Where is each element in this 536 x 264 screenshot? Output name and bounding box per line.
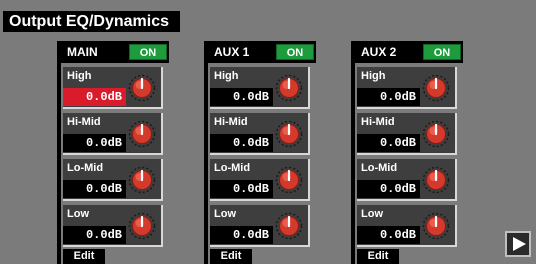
knob-icon[interactable] xyxy=(422,212,450,240)
band-low[interactable]: Low 0.0dB xyxy=(357,205,457,247)
band-value: 0.0dB xyxy=(210,180,273,198)
band-value: 0.0dB xyxy=(63,134,126,152)
knob-icon[interactable] xyxy=(275,120,303,148)
strip-aux-1: AUX 1 ON High 0.0dB Hi-Mid 0.0dB Lo-Mid … xyxy=(204,41,316,264)
on-button[interactable]: ON xyxy=(129,44,167,60)
band-lo-mid[interactable]: Lo-Mid 0.0dB xyxy=(357,159,457,201)
band-label: High xyxy=(67,70,92,82)
band-label: Lo-Mid xyxy=(214,162,251,174)
band-low[interactable]: Low 0.0dB xyxy=(210,205,310,247)
knob-icon[interactable] xyxy=(275,212,303,240)
knob-icon[interactable] xyxy=(128,120,156,148)
band-label: High xyxy=(214,70,239,82)
band-value: 0.0dB xyxy=(63,88,126,106)
knob-icon[interactable] xyxy=(128,74,156,102)
band-label: Hi-Mid xyxy=(214,116,248,128)
edit-button[interactable]: Edit xyxy=(210,249,252,264)
strip-name: AUX 1 xyxy=(214,45,250,59)
band-label: High xyxy=(361,70,386,82)
band-label: Low xyxy=(361,208,383,220)
next-page-button[interactable] xyxy=(505,231,531,257)
on-button[interactable]: ON xyxy=(423,44,461,60)
band-value: 0.0dB xyxy=(63,180,126,198)
knob-icon[interactable] xyxy=(128,212,156,240)
strip-header: AUX 1 ON xyxy=(208,41,316,63)
band-value: 0.0dB xyxy=(357,226,420,244)
strip-name: AUX 2 xyxy=(361,45,397,59)
band-lo-mid[interactable]: Lo-Mid 0.0dB xyxy=(63,159,163,201)
knob-icon[interactable] xyxy=(275,166,303,194)
band-high[interactable]: High 0.0dB xyxy=(357,67,457,109)
band-label: Lo-Mid xyxy=(67,162,104,174)
band-hi-mid[interactable]: Hi-Mid 0.0dB xyxy=(210,113,310,155)
play-right-icon xyxy=(513,237,526,251)
knob-icon[interactable] xyxy=(422,166,450,194)
edit-button[interactable]: Edit xyxy=(63,249,105,264)
band-value: 0.0dB xyxy=(210,134,273,152)
band-low[interactable]: Low 0.0dB xyxy=(63,205,163,247)
strip-name: MAIN xyxy=(67,45,98,59)
band-label: Lo-Mid xyxy=(361,162,398,174)
band-label: Hi-Mid xyxy=(361,116,395,128)
band-high[interactable]: High 0.0dB xyxy=(210,67,310,109)
band-label: Low xyxy=(67,208,89,220)
band-hi-mid[interactable]: Hi-Mid 0.0dB xyxy=(357,113,457,155)
knob-icon[interactable] xyxy=(275,74,303,102)
band-hi-mid[interactable]: Hi-Mid 0.0dB xyxy=(63,113,163,155)
band-high[interactable]: High 0.0dB xyxy=(63,67,163,109)
band-value: 0.0dB xyxy=(357,134,420,152)
band-value: 0.0dB xyxy=(63,226,126,244)
screen-title: Output EQ/Dynamics xyxy=(3,11,180,32)
knob-icon[interactable] xyxy=(128,166,156,194)
band-value: 0.0dB xyxy=(210,88,273,106)
band-label: Low xyxy=(214,208,236,220)
edit-button[interactable]: Edit xyxy=(357,249,399,264)
knob-icon[interactable] xyxy=(422,74,450,102)
band-value: 0.0dB xyxy=(357,180,420,198)
band-label: Hi-Mid xyxy=(67,116,101,128)
band-value: 0.0dB xyxy=(357,88,420,106)
band-value: 0.0dB xyxy=(210,226,273,244)
strip-aux-2: AUX 2 ON High 0.0dB Hi-Mid 0.0dB Lo-Mid … xyxy=(351,41,463,264)
strip-header: MAIN ON xyxy=(61,41,169,63)
strip-header: AUX 2 ON xyxy=(355,41,463,63)
knob-icon[interactable] xyxy=(422,120,450,148)
band-lo-mid[interactable]: Lo-Mid 0.0dB xyxy=(210,159,310,201)
on-button[interactable]: ON xyxy=(276,44,314,60)
strip-main: MAIN ON High 0.0dB Hi-Mid 0.0dB Lo-Mid 0… xyxy=(57,41,169,264)
